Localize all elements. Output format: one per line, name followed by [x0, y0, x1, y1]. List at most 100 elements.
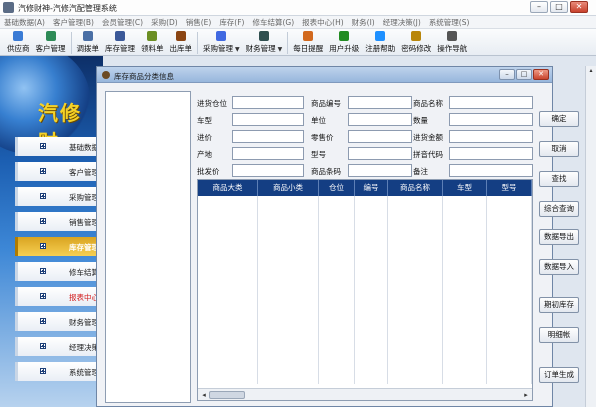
dialog-close-button[interactable]: ✕	[533, 69, 549, 80]
nav-bullet-icon	[40, 218, 46, 224]
form-field: 单位	[311, 113, 412, 126]
scroll-left-arrow-icon[interactable]: ◂	[199, 390, 209, 400]
toolbar-button[interactable]: 客户管理	[33, 29, 69, 56]
toolbar-button[interactable]: 领料单	[138, 29, 167, 56]
field-label: 备注	[413, 167, 428, 176]
nav-item[interactable]: 报表中心	[15, 287, 103, 306]
field-input[interactable]	[449, 147, 533, 160]
minimize-button[interactable]: –	[530, 1, 548, 13]
field-input[interactable]	[348, 147, 412, 160]
menu-item[interactable]: 库存(F)	[219, 16, 244, 28]
nav-item[interactable]: 修车结算	[15, 262, 103, 281]
action-button[interactable]: 订单生成	[539, 367, 579, 383]
toolbar-button[interactable]: 采购管理 ▼	[200, 29, 243, 56]
menu-item[interactable]: 经理决策(J)	[383, 16, 421, 28]
action-button[interactable]: 数据导出	[539, 229, 579, 245]
field-input[interactable]	[449, 164, 533, 177]
action-button[interactable]: 期初库存	[539, 297, 579, 313]
toolbar-button[interactable]: 出库单	[167, 29, 196, 56]
dialog-titlebar: 库存商品分类信息 – □ ✕	[97, 67, 552, 83]
nav-item[interactable]: 销售管理	[15, 212, 103, 231]
toolbar-separator	[70, 32, 72, 54]
toolbar-button[interactable]: 密码修改	[398, 29, 434, 56]
product-grid[interactable]: 商品大类 商品小类 仓位 编号 商品名称 车型 型号 ◂ ▸	[197, 179, 533, 401]
nav-bullet-icon	[40, 343, 46, 349]
nav-item[interactable]: 基础数据	[15, 137, 103, 156]
menu-item[interactable]: 修车结算(G)	[252, 16, 294, 28]
scroll-thumb[interactable]	[209, 391, 245, 399]
field-label: 零售价	[311, 133, 334, 142]
grid-column-header[interactable]: 编号	[355, 180, 388, 196]
menu-item[interactable]: 会员管理(C)	[102, 16, 143, 28]
action-button[interactable]: 数据导入	[539, 259, 579, 275]
scroll-up-arrow-icon[interactable]: ▴	[586, 66, 596, 76]
grid-column-line	[354, 196, 355, 384]
toolbar-button[interactable]: 调拨单	[74, 29, 103, 56]
maximize-button[interactable]: □	[550, 1, 568, 13]
form-field: 进货仓位	[197, 96, 304, 109]
field-label: 进价	[197, 133, 212, 142]
form-field: 型号	[311, 147, 412, 160]
field-input[interactable]	[348, 113, 412, 126]
field-input[interactable]	[449, 130, 533, 143]
nav-item[interactable]: 系统管理	[15, 362, 103, 381]
action-button[interactable]: 明细帐	[539, 327, 579, 343]
field-input[interactable]	[348, 164, 412, 177]
field-input[interactable]	[232, 164, 304, 177]
nav-item-label: 客户管理	[69, 168, 99, 177]
close-button[interactable]: ✕	[570, 1, 588, 13]
category-tree[interactable]	[105, 91, 191, 403]
toolbar-button[interactable]: 财务管理 ▼	[243, 29, 286, 56]
action-button[interactable]: 查找	[539, 171, 579, 187]
nav-bullet-icon	[40, 268, 46, 274]
grid-column-header[interactable]: 商品名称	[388, 180, 443, 196]
nav-item[interactable]: 财务管理	[15, 312, 103, 331]
toolbar-button[interactable]: 供应商	[4, 29, 33, 56]
nav-item[interactable]: 采购管理	[15, 187, 103, 206]
toolbar-button-label: 客户管理	[35, 44, 66, 53]
dialog-maximize-button[interactable]: □	[516, 69, 532, 80]
toolbar-button[interactable]: 用户升级	[326, 29, 362, 56]
toolbar-button[interactable]: 每日提醒	[290, 29, 326, 56]
field-label: 拼音代码	[413, 150, 443, 159]
field-input[interactable]	[348, 96, 412, 109]
scroll-right-arrow-icon[interactable]: ▸	[521, 390, 531, 400]
menu-item[interactable]: 系统管理(S)	[429, 16, 470, 28]
dropdown-arrow-icon[interactable]: ▼	[235, 46, 240, 53]
grid-column-header[interactable]: 商品小类	[258, 180, 319, 196]
toolbar-button[interactable]: 注册帮助	[362, 29, 398, 56]
menu-item[interactable]: 采购(D)	[151, 16, 178, 28]
field-input[interactable]	[449, 96, 533, 109]
grid-horizontal-scrollbar[interactable]: ◂ ▸	[198, 388, 532, 400]
field-input[interactable]	[449, 113, 533, 126]
nav-item[interactable]: 客户管理	[15, 162, 103, 181]
field-input[interactable]	[348, 130, 412, 143]
menu-item[interactable]: 财务(I)	[352, 16, 375, 28]
form-field: 车型	[197, 113, 304, 126]
grid-column-header[interactable]: 仓位	[319, 180, 355, 196]
menu-item[interactable]: 基础数据(A)	[4, 16, 45, 28]
grid-column-header[interactable]: 商品大类	[198, 180, 258, 196]
grid-body[interactable]	[198, 196, 532, 384]
field-input[interactable]	[232, 113, 304, 126]
dialog-minimize-button[interactable]: –	[499, 69, 515, 80]
field-input[interactable]	[232, 130, 304, 143]
action-button[interactable]: 综合查询	[539, 201, 579, 217]
nav-item[interactable]: 经理决策	[15, 337, 103, 356]
menu-item[interactable]: 客户管理(B)	[53, 16, 94, 28]
grid-column-header[interactable]: 车型	[443, 180, 487, 196]
main-vertical-scrollbar[interactable]: ▴	[585, 66, 596, 407]
field-input[interactable]	[232, 96, 304, 109]
toolbar-button[interactable]: 操作导航	[434, 29, 470, 56]
nav-bullet-icon	[40, 318, 46, 324]
nav-item[interactable]: 库存管理	[15, 237, 103, 256]
toolbar-button[interactable]: 库存管理	[102, 29, 138, 56]
action-button[interactable]: 确定	[539, 111, 579, 127]
grid-column-header[interactable]: 型号	[487, 180, 532, 196]
action-button[interactable]: 取消	[539, 141, 579, 157]
field-input[interactable]	[232, 147, 304, 160]
help-icon	[375, 31, 386, 41]
dropdown-arrow-icon[interactable]: ▼	[278, 46, 283, 53]
menu-item[interactable]: 销售(E)	[186, 16, 212, 28]
menu-item[interactable]: 报表中心(H)	[302, 16, 344, 28]
